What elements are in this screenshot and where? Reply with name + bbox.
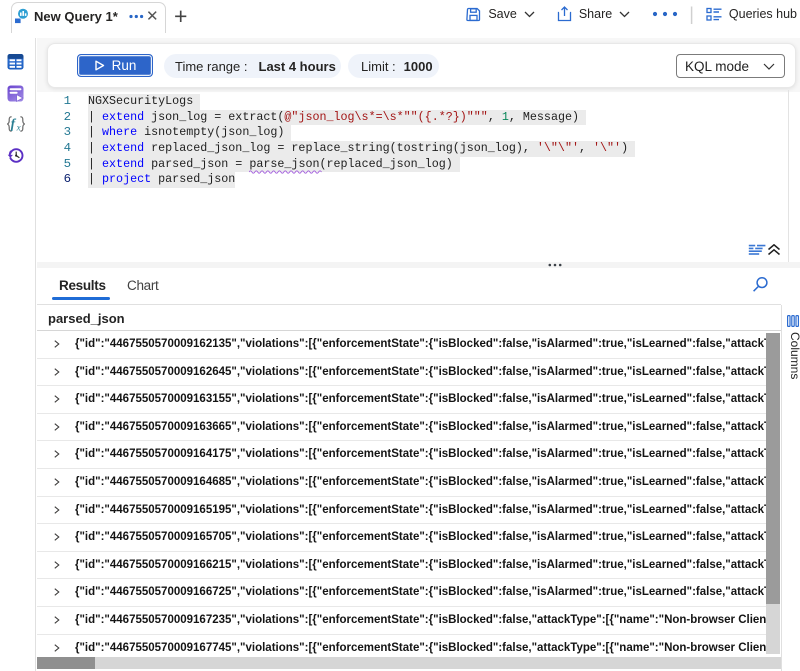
svg-text:x: x bbox=[16, 122, 21, 132]
